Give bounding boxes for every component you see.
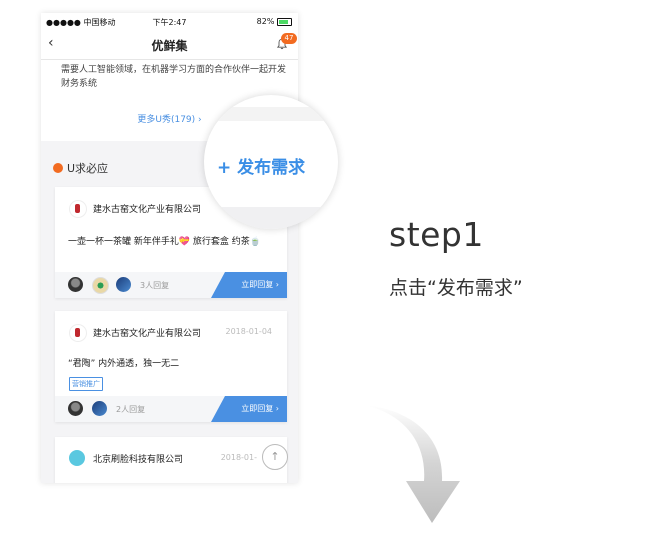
company-name: 建水古窑文化产业有限公司	[93, 329, 202, 339]
avatar	[68, 277, 83, 292]
company-name: 建水古窑文化产业有限公司	[93, 205, 202, 215]
post-date: 2018-01-	[220, 453, 257, 462]
battery-indicator: 82%	[257, 17, 292, 26]
request-text: “君陶” 内外通透，独一无二	[68, 359, 180, 369]
publish-request-button[interactable]: + 发布需求	[217, 153, 305, 178]
step-instruction: 点击“发布需求”	[389, 277, 523, 299]
company-name: 北京刷脸科技有限公司	[93, 455, 184, 465]
post-date: 2018-01-04	[225, 327, 273, 336]
avatar	[116, 277, 131, 292]
reply-now-button[interactable]: 立即回复 ›	[211, 396, 287, 422]
magnifier-callout: + 发布需求	[204, 95, 338, 229]
reply-now-button[interactable]: 立即回复 ›	[211, 272, 287, 298]
magnified-strip	[204, 107, 338, 121]
u-logo-icon	[53, 163, 63, 173]
reply-count: 3人回复	[140, 281, 170, 290]
notification-badge: 47	[281, 33, 297, 44]
scroll-to-top-button[interactable]: ↑	[262, 444, 288, 470]
request-text: 一壶一杯一茶罐 新年伴手礼💝 旅行套盒 约茶🍵	[68, 237, 261, 247]
battery-percent: 82%	[256, 17, 275, 26]
avatar	[92, 277, 109, 294]
company-logo-icon	[69, 450, 85, 466]
battery-icon	[277, 17, 292, 26]
status-bar: ●●●●● 中国移动 下午2:47 82%	[41, 13, 298, 31]
section-title: U求必应	[53, 160, 108, 176]
section-title-text: U求必应	[67, 162, 109, 175]
reply-count: 2人回复	[116, 405, 146, 414]
company-logo-icon	[69, 324, 87, 342]
step-title: step1	[389, 215, 484, 254]
card-footer: 2人回复 立即回复 ›	[55, 396, 287, 422]
avatar	[92, 401, 107, 416]
company-logo-icon	[69, 200, 87, 218]
phone-screen: ●●●●● 中国移动 下午2:47 82% ‹ 优鲜集 47 需要人工智能领域，…	[41, 13, 298, 483]
curved-arrow-icon	[364, 405, 460, 523]
request-card[interactable]: 北京刷脸科技有限公司 2018-01-	[55, 437, 287, 483]
arrow-up-icon: ↑	[270, 450, 280, 463]
magnified-strip	[204, 207, 338, 229]
category-tag[interactable]: 营销推广	[69, 377, 103, 391]
card-footer: 3人回复 立即回复 ›	[55, 272, 287, 298]
request-card[interactable]: 建水古窑文化产业有限公司 2018-01-04 “君陶” 内外通透，独一无二 营…	[55, 311, 287, 422]
avatar	[68, 401, 83, 416]
page-title: 优鲜集	[151, 39, 188, 53]
post-snippet: 需要人工智能领域，在机器学习方面的合作伙伴一起开发财务系统	[61, 65, 287, 89]
nav-bar: ‹ 优鲜集 47	[41, 31, 298, 60]
